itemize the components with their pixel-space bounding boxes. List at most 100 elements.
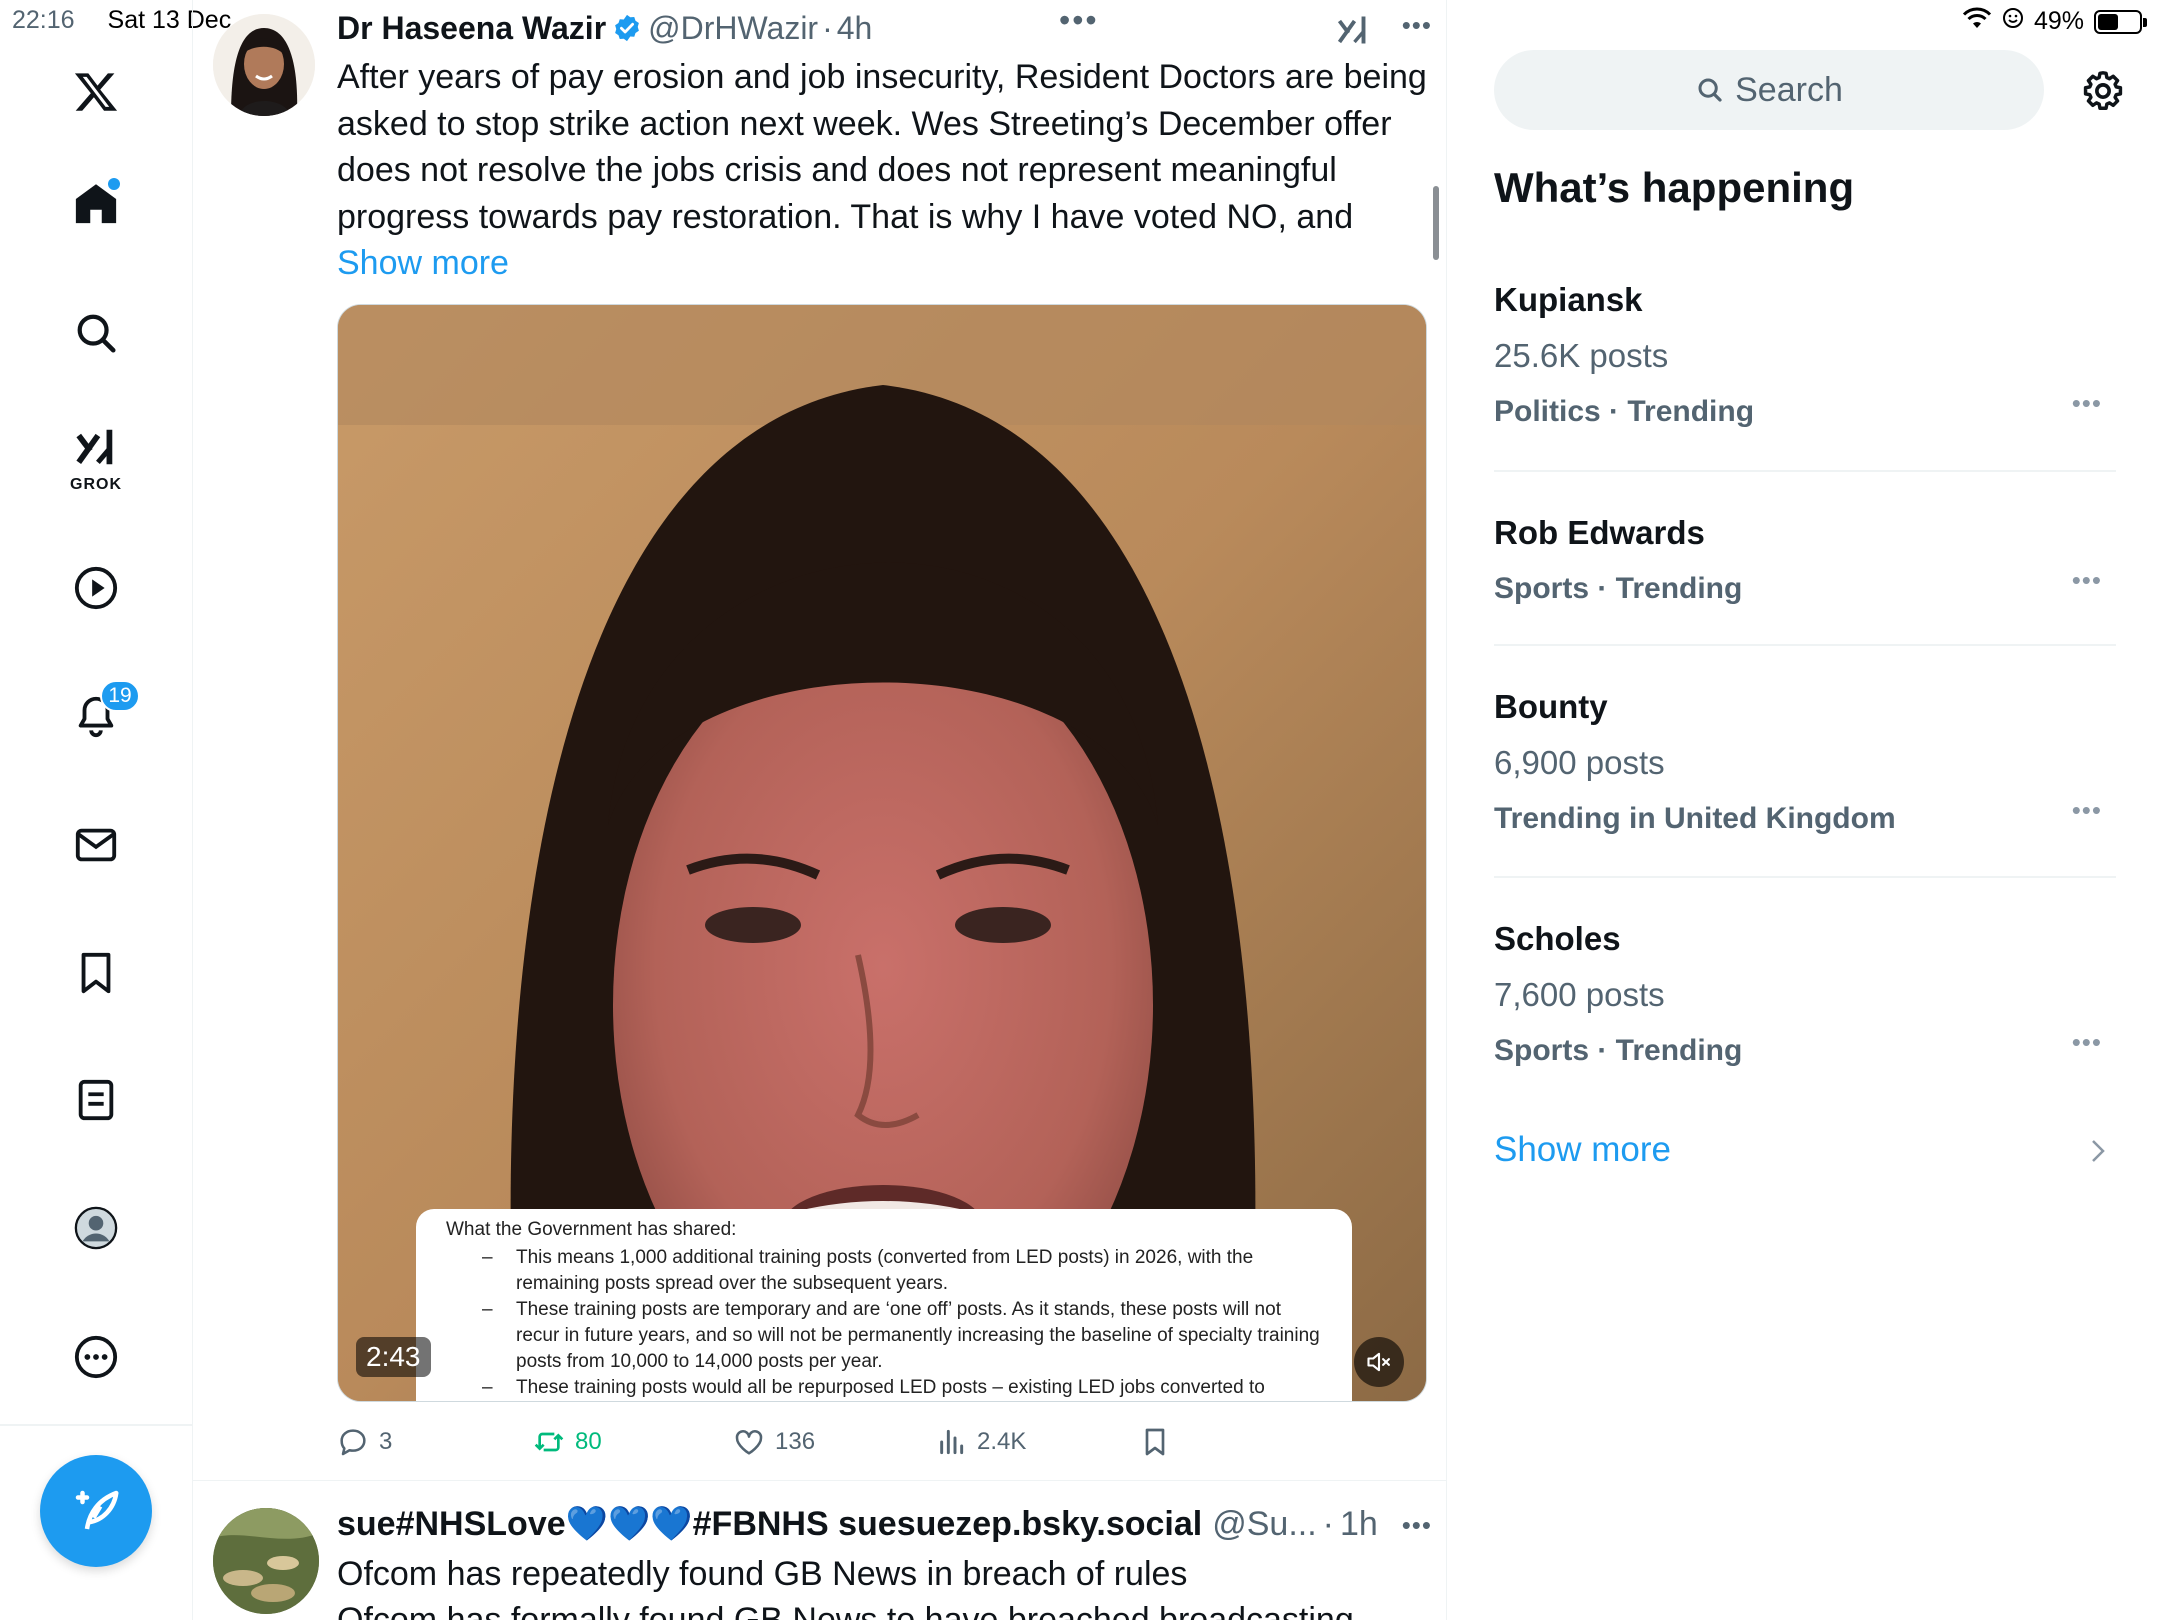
profile-icon (74, 1206, 118, 1250)
trend-category: Sports · Trending (1494, 572, 1743, 605)
author-handle[interactable]: @DrHWazir (648, 10, 818, 47)
show-more-trends-link[interactable]: Show more (1494, 1130, 1671, 1170)
trend-divider (1494, 470, 2116, 472)
nav-profile[interactable] (66, 1198, 126, 1258)
overlay-point: – These training posts would all be repur… (482, 1377, 1265, 1398)
settings-button[interactable] (2080, 68, 2126, 119)
mute-button[interactable] (1354, 1337, 1404, 1387)
tweet-text: After years of pay erosion and job insec… (337, 58, 1427, 236)
nav-notifications[interactable]: 19 (66, 680, 140, 746)
trend-title: Rob Edwards (1494, 514, 1705, 551)
trend-divider (1494, 876, 2116, 878)
nav-more[interactable] (66, 1327, 126, 1387)
trend-item[interactable]: Scholes 7,600 posts Sports · Trending ••… (1494, 911, 2116, 1079)
list-icon (78, 1079, 114, 1121)
more-circle-icon (74, 1335, 118, 1379)
trend-item[interactable]: Bounty 6,900 posts Trending in United Ki… (1494, 679, 2116, 847)
section-title: What’s happening (1494, 164, 1855, 211)
grok-icon (76, 429, 113, 465)
nav-bookmarks[interactable] (66, 943, 126, 1003)
tweet-text-line: Ofcom has repeatedly found GB News in br… (337, 1555, 1188, 1593)
repost-button[interactable]: 80 (533, 1420, 602, 1464)
bookmark-icon (81, 952, 111, 994)
tweet-more-icon[interactable]: ••• (1402, 1510, 1432, 1541)
overlay-point: – This means 1,000 additional training po… (482, 1247, 1254, 1294)
views-button[interactable]: 2.4K (935, 1420, 1026, 1464)
overlay-point-text: This means 1,000 additional training pos… (516, 1247, 1254, 1294)
like-button[interactable]: 136 (733, 1420, 815, 1464)
trend-more-icon[interactable]: ••• (2072, 795, 2102, 826)
repost-icon (534, 1432, 564, 1452)
drag-handle-dots[interactable]: ••• (1059, 2, 1099, 39)
x-logo-icon[interactable] (66, 62, 126, 122)
search-icon (1698, 78, 1722, 102)
bookmark-icon (1145, 1428, 1165, 1456)
compose-button[interactable] (40, 1455, 152, 1567)
overlay-point-text: These training posts would all be repurp… (516, 1377, 1265, 1398)
home-unread-dot (108, 178, 120, 190)
trend-more-icon[interactable]: ••• (2072, 565, 2102, 596)
trend-category: Sports · Trending (1494, 1034, 1743, 1067)
tweet-text-line: Ofcom has formally found GB News to have… (337, 1601, 1354, 1620)
verified-badge-icon (612, 13, 642, 43)
author-name[interactable]: Dr Haseena Wazir (337, 10, 606, 47)
bookmark-button[interactable] (1139, 1420, 1171, 1464)
right-sidebar: Search What’s happening Kupiansk 25.6K p… (1448, 0, 2160, 1620)
trend-more-icon[interactable]: ••• (2072, 1027, 2102, 1058)
author-avatar[interactable] (213, 14, 315, 116)
search-icon (77, 314, 116, 353)
trend-item[interactable]: Rob Edwards Sports · Trending ••• (1494, 505, 2116, 617)
tweet-time[interactable]: 4h (837, 10, 873, 47)
left-navigation: GROK 19 (0, 0, 193, 1620)
overlay-point-text: These training posts are temporary and a… (516, 1299, 1320, 1372)
author-name[interactable]: sue#NHSLove💙💙💙#FBNHS suesuezep.bsky.soci… (337, 1504, 1202, 1544)
gear-icon (2083, 71, 2123, 110)
tweet-body: Ofcom has repeatedly found GB News in br… (337, 1551, 1427, 1620)
header-separator: · (822, 9, 833, 46)
trend-more-icon[interactable]: ••• (2072, 388, 2102, 419)
nav-home[interactable] (66, 174, 126, 234)
author-avatar[interactable] (213, 1508, 319, 1614)
view-count: 2.4K (977, 1428, 1027, 1455)
tweet-divider (193, 1480, 1446, 1481)
author-handle[interactable]: @Su... (1212, 1505, 1316, 1544)
notifications-badge: 19 (100, 680, 140, 712)
tweet-header: Dr Haseena Wazir @DrHWazir · 4h (337, 6, 1426, 50)
trend-post-count: 6,900 posts (1494, 744, 1665, 781)
grok-label: GROK (70, 476, 122, 493)
tweet-more-icon[interactable]: ••• (1402, 10, 1432, 41)
trend-title: Kupiansk (1494, 281, 1643, 318)
speaker-muted-icon (1367, 1352, 1390, 1372)
trend-item[interactable]: Kupiansk 25.6K posts Politics · Trending… (1494, 272, 2116, 440)
grok-explain-icon[interactable] (1335, 12, 1371, 53)
play-icon (74, 566, 118, 610)
trend-category: Trending in United Kingdom (1494, 802, 1896, 835)
video-duration: 2:43 (356, 1337, 431, 1377)
compose-icon (75, 1490, 119, 1530)
search-input[interactable]: Search (1494, 50, 2044, 130)
nav-explore[interactable] (66, 303, 126, 363)
trend-category: Politics · Trending (1494, 395, 1755, 428)
reply-button[interactable]: 3 (337, 1420, 392, 1464)
header-separator: · (1322, 1504, 1334, 1543)
tweet-header: sue#NHSLove💙💙💙#FBNHS suesuezep.bsky.soci… (337, 1502, 1426, 1546)
tweet-time[interactable]: 1h (1340, 1505, 1378, 1544)
like-count: 136 (775, 1428, 816, 1455)
views-chart-icon (940, 1429, 964, 1455)
video-player[interactable]: What the Government has shared: – This me… (337, 304, 1427, 1402)
search-placeholder: Search (1735, 70, 1843, 109)
heart-icon (735, 1430, 763, 1455)
nav-video[interactable] (66, 558, 126, 618)
nav-lists[interactable] (66, 1070, 126, 1130)
overlay-heading: What the Government has shared: (446, 1219, 737, 1240)
nav-messages[interactable] (66, 815, 126, 875)
trend-divider (1494, 644, 2116, 646)
scrollbar-thumb[interactable] (1433, 186, 1439, 260)
nav-divider (0, 1424, 193, 1426)
trend-title: Scholes (1494, 920, 1621, 957)
document-overlay: What the Government has shared: – This me… (416, 1209, 1352, 1401)
show-more-link[interactable]: Show more (337, 244, 509, 282)
nav-grok[interactable]: GROK (66, 424, 126, 493)
trend-title: Bounty (1494, 688, 1608, 725)
chevron-right-icon (2088, 1136, 2108, 1171)
